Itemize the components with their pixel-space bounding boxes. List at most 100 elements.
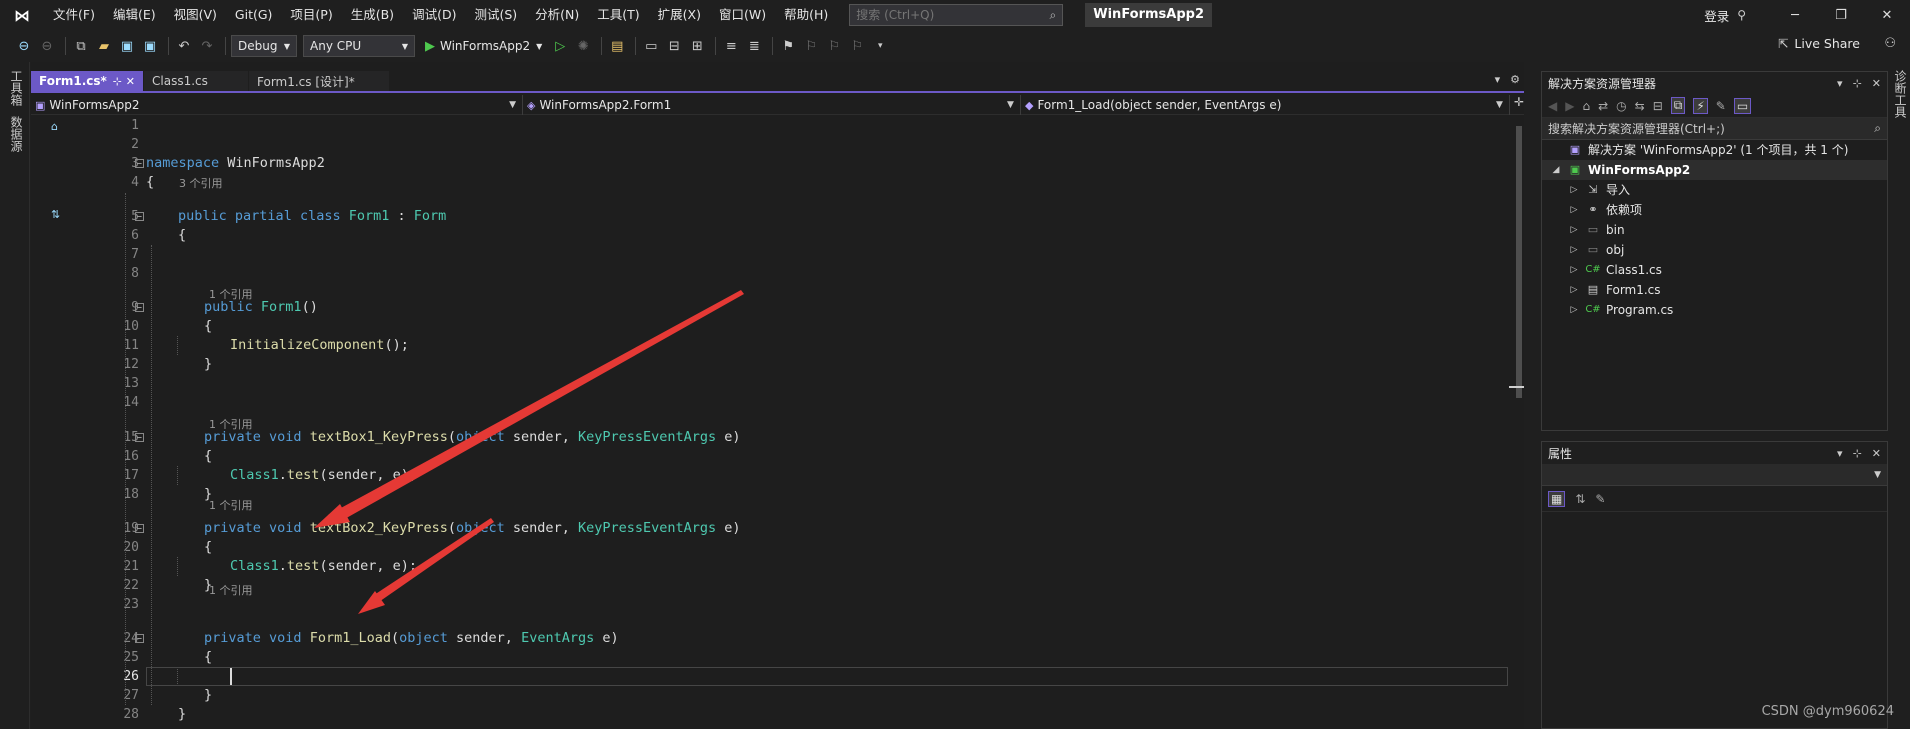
datasource-tab[interactable]: 数据源 xyxy=(8,116,25,152)
close-icon[interactable]: ✕ xyxy=(1872,447,1881,460)
collapse-region-icon[interactable]: − xyxy=(135,524,144,533)
account-person-icon[interactable]: ⚲ xyxy=(1737,8,1746,22)
collapse-region-icon[interactable]: − xyxy=(135,303,144,312)
navigate-forward-icon[interactable]: ⊖ xyxy=(37,36,57,56)
minimize-icon[interactable]: ─ xyxy=(1772,0,1818,30)
collapse-region-icon[interactable]: − xyxy=(135,212,144,221)
split-editor-icon[interactable]: ✛ xyxy=(1514,95,1524,114)
next-bookmark-icon[interactable]: ⚐ xyxy=(824,36,844,56)
sign-in-link[interactable]: 登录 xyxy=(1704,6,1729,25)
code-line[interactable]: } xyxy=(146,686,212,705)
back-icon[interactable]: ◀ xyxy=(1548,99,1557,113)
save-icon[interactable]: ▣ xyxy=(117,36,137,56)
show-all-files-icon[interactable]: ⧉ xyxy=(1670,97,1686,114)
code-line[interactable]: private void textBox2_KeyPress(object se… xyxy=(146,519,741,538)
tree-item-project[interactable]: ◢ ▣ WinFormsApp2 xyxy=(1542,160,1887,180)
collapse-region-icon[interactable]: − xyxy=(135,159,144,168)
solution-search-box[interactable]: 搜索解决方案资源管理器(Ctrl+;) ⌕ xyxy=(1542,118,1887,140)
collapsed-triangle-icon[interactable]: ▷ xyxy=(1568,200,1580,220)
menu-git[interactable]: Git(G) xyxy=(226,0,282,30)
code-line[interactable]: private void textBox1_KeyPress(object se… xyxy=(146,428,741,447)
bookmark-icon[interactable]: ⚑ xyxy=(778,36,798,56)
restore-icon[interactable]: ❐ xyxy=(1818,0,1864,30)
menu-build[interactable]: 生成(B) xyxy=(342,0,403,30)
home-icon[interactable]: ⌂ xyxy=(1582,99,1590,113)
sync-icon[interactable]: ⇆ xyxy=(1635,99,1645,113)
code-line[interactable]: { xyxy=(146,648,212,667)
clear-bookmarks-icon[interactable]: ⚐ xyxy=(847,36,867,56)
categorized-icon[interactable]: ▦ xyxy=(1548,490,1566,507)
collapsed-triangle-icon[interactable]: ▷ xyxy=(1568,240,1580,260)
collapsed-triangle-icon[interactable]: ▷ xyxy=(1568,260,1580,280)
chevron-down-icon[interactable]: ▾ xyxy=(1837,447,1843,460)
menu-help[interactable]: 帮助(H) xyxy=(775,0,837,30)
code-line[interactable]: { xyxy=(146,173,154,192)
new-project-icon[interactable]: ⧉ xyxy=(71,36,91,56)
vertical-scrollbar[interactable] xyxy=(1509,116,1524,729)
code-line[interactable]: } xyxy=(146,705,186,724)
start-without-debugging-icon[interactable]: ▷ xyxy=(550,36,570,56)
align-icon[interactable]: ⊟ xyxy=(664,36,684,56)
tree-item-solution[interactable]: ▣ 解决方案 'WinFormsApp2' (1 个项目，共 1 个) xyxy=(1542,140,1887,160)
codelens-references[interactable]: 1 个引用 xyxy=(209,584,253,598)
solution-name-badge[interactable]: WinFormsApp2 xyxy=(1085,3,1213,27)
project-dropdown[interactable]: ▣ WinFormsApp2 ▼ xyxy=(31,95,523,115)
collapsed-triangle-icon[interactable]: ▷ xyxy=(1568,180,1580,200)
collapsed-triangle-icon[interactable]: ▷ xyxy=(1568,300,1580,320)
redo-icon[interactable]: ↷ xyxy=(197,36,217,56)
scrollbar-thumb[interactable] xyxy=(1516,126,1522,398)
code-text-area[interactable]: ⌂ ⇅ 1 2 3 4 5 6 7 8 9 10 11 12 13 14 15 16 17 18 19 20 21 22 2… xyxy=(31,116,1524,729)
solution-configuration-dropdown[interactable]: Debug ▼ xyxy=(231,35,297,57)
tree-item-class1[interactable]: ▷ C# Class1.cs xyxy=(1542,260,1887,280)
menu-file[interactable]: 文件(F) xyxy=(44,0,104,30)
code-line[interactable]: { xyxy=(146,226,186,245)
inheritance-margin-icon[interactable]: ⇅ xyxy=(51,208,60,221)
navigate-back-icon[interactable]: ⊖ xyxy=(14,36,34,56)
tree-item-form1[interactable]: ▷ ▤ Form1.cs xyxy=(1542,280,1887,300)
toolbar-overflow-icon[interactable]: ▾ xyxy=(870,36,890,56)
member-dropdown[interactable]: ◆ Form1_Load(object sender, EventArgs e) … xyxy=(1021,95,1510,115)
collapse-all-icon[interactable]: ⊟ xyxy=(1653,99,1663,113)
switch-views-icon[interactable]: ⇄ xyxy=(1598,99,1608,113)
code-line[interactable]: public partial class Form1 : Form xyxy=(146,207,446,226)
layout-icon[interactable]: ▭ xyxy=(641,36,661,56)
collapsed-triangle-icon[interactable]: ▷ xyxy=(1568,280,1580,300)
menu-analyze[interactable]: 分析(N) xyxy=(526,0,588,30)
start-debugging-button[interactable]: ▶ WinFormsApp2 ▼ xyxy=(425,39,542,54)
code-line[interactable]: } xyxy=(146,576,212,595)
code-line[interactable]: Class1.test(sender, e); xyxy=(146,466,417,485)
tab-list-dropdown-icon[interactable]: ▾ xyxy=(1495,73,1501,86)
preview-icon[interactable]: ▭ xyxy=(1733,97,1752,114)
code-line[interactable]: { xyxy=(146,317,212,336)
feedback-person-icon[interactable]: ⚇ xyxy=(1884,36,1896,51)
menu-project[interactable]: 项目(P) xyxy=(281,0,341,30)
history-icon[interactable]: ◷ xyxy=(1616,99,1626,113)
menu-tools[interactable]: 工具(T) xyxy=(588,0,648,30)
tree-item-imports[interactable]: ▷ ⇲ 导入 xyxy=(1542,180,1887,200)
code-line[interactable]: } xyxy=(146,485,212,504)
chevron-down-icon[interactable]: ▾ xyxy=(1837,77,1843,90)
hot-reload-icon[interactable]: ✺ xyxy=(573,36,593,56)
object-selector-dropdown[interactable]: ▼ xyxy=(1542,464,1887,486)
close-tab-icon[interactable]: ✕ xyxy=(126,75,135,88)
menu-view[interactable]: 视图(V) xyxy=(165,0,226,30)
code-line[interactable]: { xyxy=(146,538,212,557)
menu-window[interactable]: 窗口(W) xyxy=(710,0,775,30)
filter-icon[interactable]: ⚡ xyxy=(1693,97,1708,114)
close-icon[interactable]: ✕ xyxy=(1872,77,1881,90)
save-all-icon[interactable]: ▣ xyxy=(140,36,160,56)
class-dropdown[interactable]: ◈ WinFormsApp2.Form1 ▼ xyxy=(523,95,1021,115)
tab-settings-icon[interactable]: ⚙ xyxy=(1510,73,1520,86)
forward-icon[interactable]: ▶ xyxy=(1565,99,1574,113)
codelens-references[interactable]: 3 个引用 xyxy=(179,177,223,191)
live-share-button[interactable]: ⇱ Live Share xyxy=(1778,36,1860,51)
collapsed-triangle-icon[interactable]: ▷ xyxy=(1568,220,1580,240)
tab-class1-cs[interactable]: Class1.cs xyxy=(144,71,248,91)
browse-icon[interactable]: ▤ xyxy=(607,36,627,56)
close-icon[interactable]: ✕ xyxy=(1864,0,1910,30)
solution-platform-dropdown[interactable]: Any CPU ▼ xyxy=(303,35,415,57)
pin-icon[interactable]: ⊹ xyxy=(1853,447,1862,460)
comment-icon[interactable]: ≡ xyxy=(721,36,741,56)
code-line[interactable]: Class1.test(sender, e); xyxy=(146,557,417,576)
visual-studio-logo-icon[interactable]: ⋈ xyxy=(0,0,44,30)
